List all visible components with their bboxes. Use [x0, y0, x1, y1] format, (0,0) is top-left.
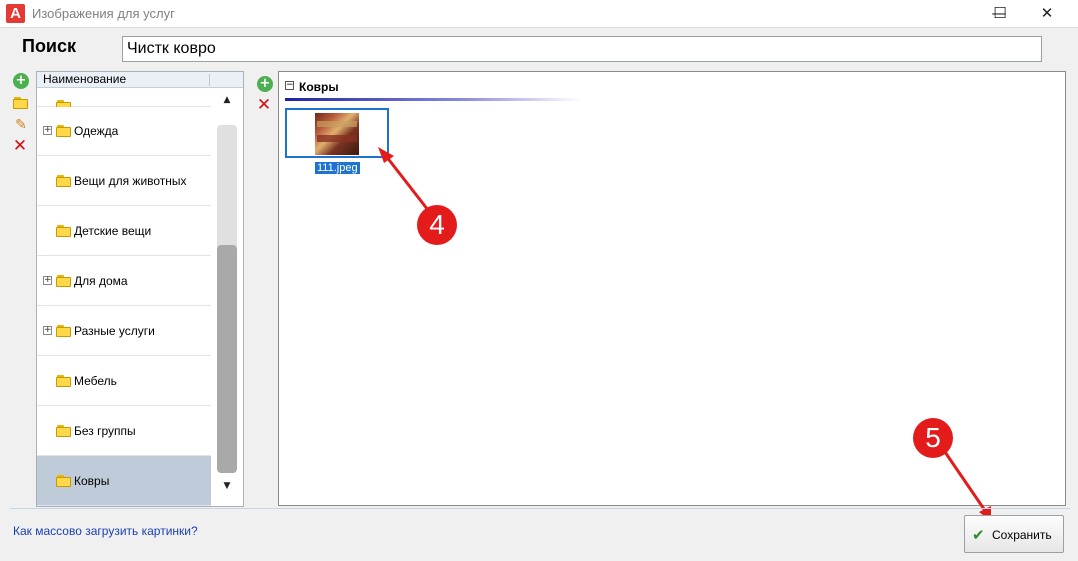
tree-item-label: Вещи для животных [74, 174, 187, 188]
tree-row-partial[interactable] [37, 89, 211, 107]
folder-icon [56, 425, 72, 437]
folder-icon[interactable] [13, 95, 29, 111]
annotation-marker-5: 5 [913, 418, 953, 458]
image-filename[interactable]: 111.jpeg [315, 162, 360, 174]
tree-item-label: Детские вещи [74, 224, 152, 238]
tree-item-kids[interactable]: Детские вещи [37, 206, 211, 256]
save-button-label: Сохранить [992, 528, 1052, 542]
image-group-title: Ковры [299, 80, 339, 94]
scroll-up-icon[interactable]: ▲ [219, 95, 235, 109]
tree-item-label: Разные услуги [74, 324, 155, 338]
group-tree: Наименование + Одежда Вещи для животных … [36, 71, 244, 507]
maximize-button[interactable]: ☐ [977, 0, 1023, 28]
group-divider [285, 98, 581, 101]
tree-item-carpets[interactable]: Ковры [37, 456, 211, 506]
delete-image-icon[interactable]: ✕ [256, 97, 272, 114]
scroll-down-icon[interactable]: ▼ [219, 481, 235, 495]
expand-icon[interactable]: + [43, 126, 52, 135]
add-group-icon[interactable]: + [13, 73, 29, 89]
tree-item-nogroup[interactable]: Без группы [37, 406, 211, 456]
folder-icon [56, 125, 72, 137]
expand-icon[interactable]: + [43, 326, 52, 335]
tree-item-label: Ковры [74, 474, 110, 488]
annotation-marker-4: 4 [417, 205, 457, 245]
delete-group-icon[interactable]: ✕ [12, 138, 28, 155]
column-separator [209, 74, 210, 86]
tree-item-pets[interactable]: Вещи для животных [37, 156, 211, 206]
title-bar: A Изображения для услуг — ☐ ✕ [0, 0, 1078, 28]
save-button[interactable]: ✔ Сохранить [964, 515, 1064, 553]
folder-icon [56, 375, 72, 387]
folder-icon [56, 225, 72, 237]
tree-item-odezhda[interactable]: + Одежда [37, 106, 211, 156]
collapse-icon[interactable]: − [285, 81, 294, 90]
add-image-icon[interactable]: + [257, 76, 273, 92]
tree-column-header-label: Наименование [43, 72, 127, 86]
search-label: Поиск [22, 36, 77, 56]
bulk-upload-help-link[interactable]: Как массово загрузить картинки? [13, 524, 198, 538]
tree-item-label: Мебель [74, 374, 117, 388]
app-logo-icon: A [6, 4, 25, 23]
folder-icon [56, 275, 72, 287]
folder-icon [56, 325, 72, 337]
scroll-thumb[interactable] [217, 245, 237, 473]
footer-divider [10, 508, 1070, 509]
image-thumbnail[interactable] [285, 108, 389, 158]
tree-scrollbar[interactable]: ▲ ▼ [213, 89, 243, 506]
tree-item-label: Одежда [74, 124, 119, 138]
search-input[interactable] [122, 36, 1042, 62]
checkmark-icon: ✔ [972, 526, 985, 544]
tree-item-label: Для дома [74, 274, 128, 288]
tree-column-header[interactable]: Наименование [37, 72, 243, 88]
tree-item-furniture[interactable]: Мебель [37, 356, 211, 406]
carpet-thumbnail-image [315, 113, 359, 155]
tree-item-misc[interactable]: + Разные услуги [37, 306, 211, 356]
window-title: Изображения для услуг [32, 6, 175, 21]
close-window-button[interactable]: ✕ [1024, 0, 1070, 28]
folder-icon [56, 475, 72, 487]
tree-item-home[interactable]: + Для дома [37, 256, 211, 306]
folder-icon [56, 175, 72, 187]
expand-icon[interactable]: + [43, 276, 52, 285]
tree-item-label: Без группы [74, 424, 136, 438]
pencil-icon[interactable]: ✎ [13, 117, 29, 133]
